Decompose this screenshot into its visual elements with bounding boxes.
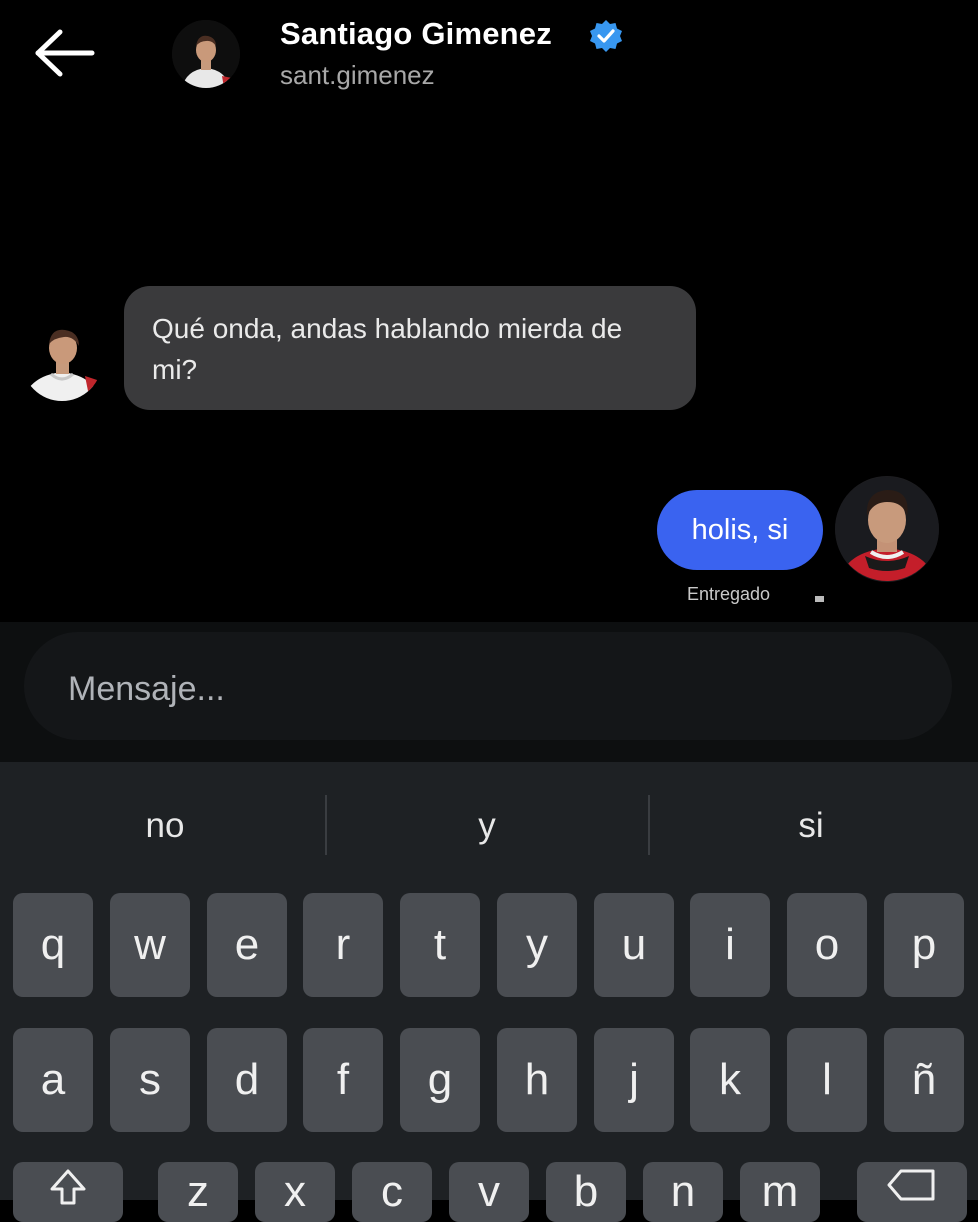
sender-avatar[interactable] bbox=[21, 316, 103, 406]
contact-name[interactable]: Santiago Gimenez bbox=[280, 16, 552, 52]
key-l[interactable]: l bbox=[787, 1028, 867, 1132]
suggestion-divider bbox=[648, 795, 650, 855]
key-y[interactable]: y bbox=[497, 893, 577, 997]
delivered-indicator bbox=[815, 596, 824, 602]
user-avatar[interactable] bbox=[835, 476, 939, 582]
key-u[interactable]: u bbox=[594, 893, 674, 997]
key-j[interactable]: j bbox=[594, 1028, 674, 1132]
key-i[interactable]: i bbox=[690, 893, 770, 997]
key-t[interactable]: t bbox=[400, 893, 480, 997]
back-button[interactable] bbox=[34, 28, 96, 78]
outgoing-message-text: holis, si bbox=[691, 513, 789, 546]
key-c[interactable]: c bbox=[352, 1162, 432, 1222]
message-input[interactable] bbox=[66, 662, 890, 716]
contact-handle: sant.gimenez bbox=[280, 60, 435, 90]
suggestion-no[interactable]: no bbox=[5, 806, 325, 846]
key-m[interactable]: m bbox=[740, 1162, 820, 1222]
key-h[interactable]: h bbox=[497, 1028, 577, 1132]
key-s[interactable]: s bbox=[110, 1028, 190, 1132]
key-a[interactable]: a bbox=[13, 1028, 93, 1132]
key-f[interactable]: f bbox=[303, 1028, 383, 1132]
backspace-key[interactable] bbox=[857, 1162, 967, 1222]
delivery-status: Entregado bbox=[687, 584, 771, 604]
shift-arrow-icon bbox=[50, 1169, 86, 1205]
key-enye[interactable]: ñ bbox=[884, 1028, 964, 1132]
verified-badge-icon bbox=[590, 20, 622, 52]
incoming-message-text: Qué onda, andas hablando mierda de mi? bbox=[152, 313, 623, 385]
key-g[interactable]: g bbox=[400, 1028, 480, 1132]
backspace-icon bbox=[887, 1169, 935, 1201]
arrow-left-icon bbox=[35, 29, 95, 77]
key-w[interactable]: w bbox=[110, 893, 190, 997]
key-x[interactable]: x bbox=[255, 1162, 335, 1222]
suggestion-si[interactable]: si bbox=[651, 806, 971, 846]
outgoing-message-bubble[interactable]: holis, si bbox=[657, 490, 823, 570]
key-k[interactable]: k bbox=[690, 1028, 770, 1132]
key-v[interactable]: v bbox=[449, 1162, 529, 1222]
avatar-photo bbox=[835, 477, 939, 581]
chat-header: Santiago Gimenez sant.gimenez bbox=[0, 0, 978, 110]
key-r[interactable]: r bbox=[303, 893, 383, 997]
key-o[interactable]: o bbox=[787, 893, 867, 997]
suggestion-y[interactable]: y bbox=[327, 806, 647, 846]
key-p[interactable]: p bbox=[884, 893, 964, 997]
shift-key[interactable] bbox=[13, 1162, 123, 1222]
key-n[interactable]: n bbox=[643, 1162, 723, 1222]
avatar-photo bbox=[172, 20, 240, 88]
key-e[interactable]: e bbox=[207, 893, 287, 997]
avatar-photo bbox=[22, 321, 102, 401]
key-q[interactable]: q bbox=[13, 893, 93, 997]
key-d[interactable]: d bbox=[207, 1028, 287, 1132]
key-z[interactable]: z bbox=[158, 1162, 238, 1222]
key-b[interactable]: b bbox=[546, 1162, 626, 1222]
contact-avatar[interactable] bbox=[172, 20, 240, 88]
incoming-message-bubble[interactable]: Qué onda, andas hablando mierda de mi? bbox=[124, 286, 696, 410]
